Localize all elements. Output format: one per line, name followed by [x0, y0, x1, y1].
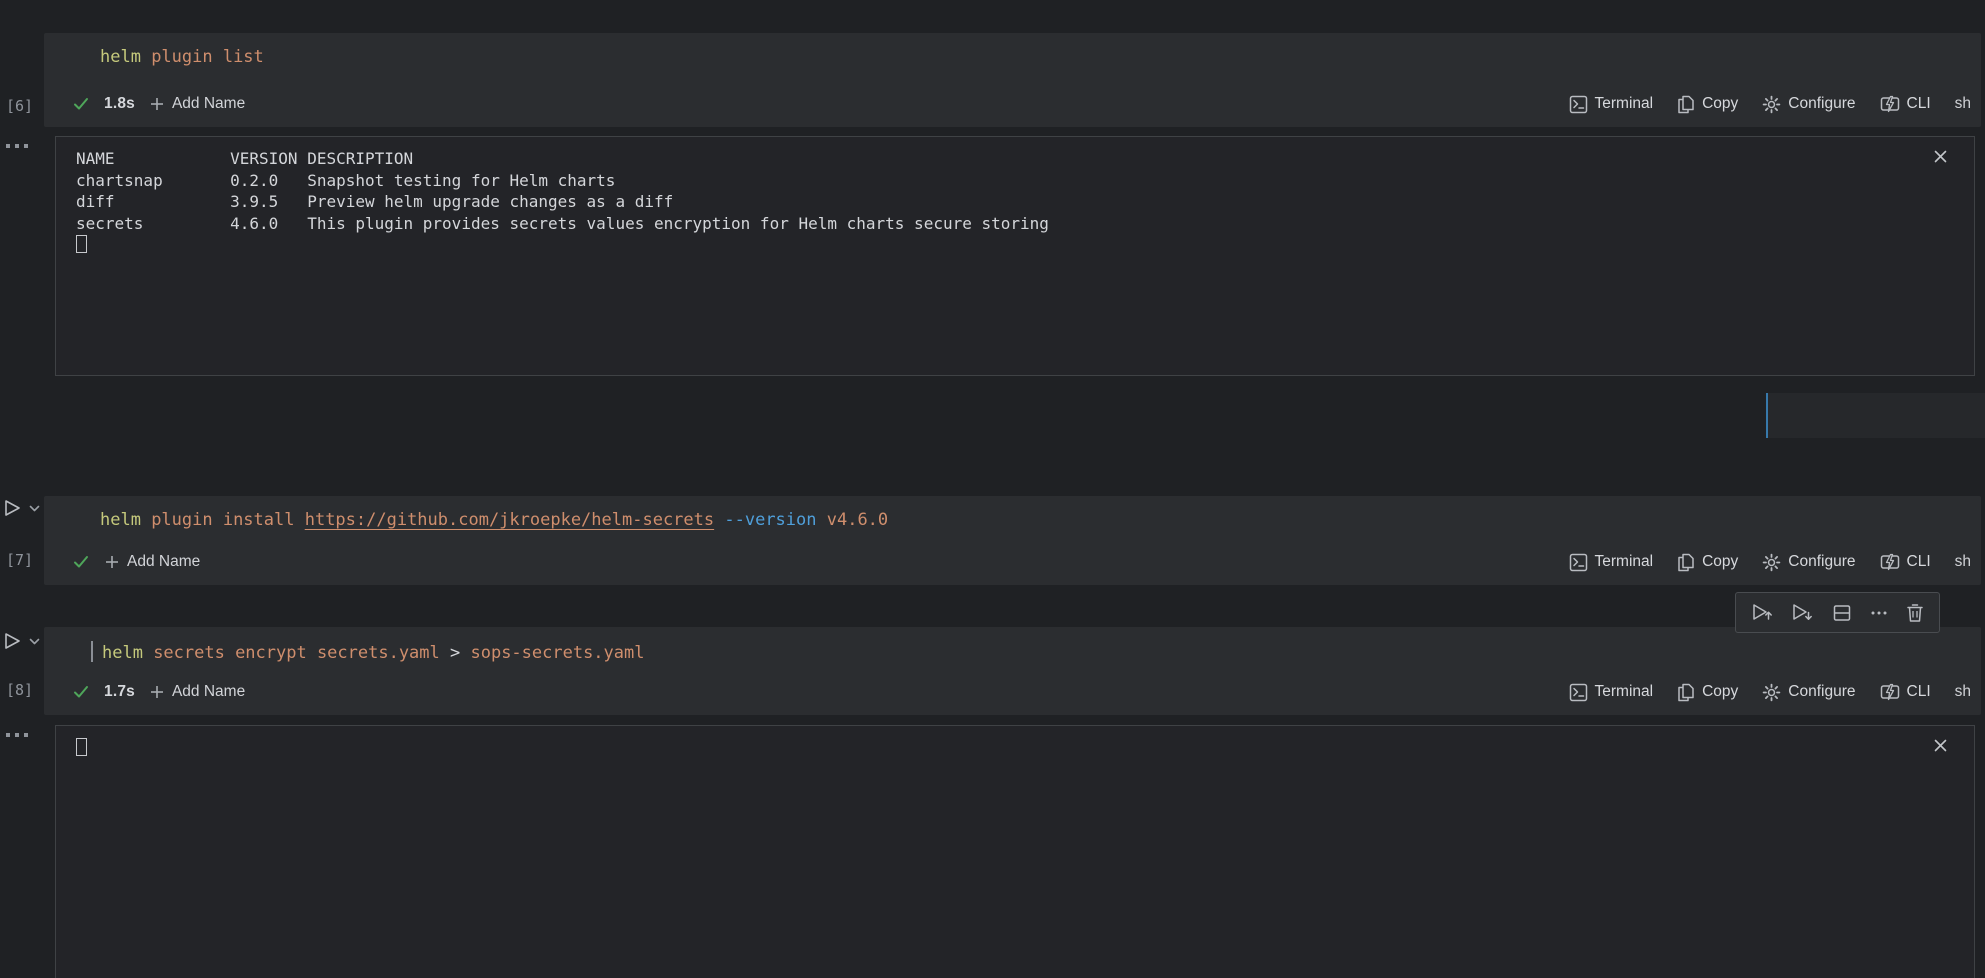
run-all-below-button[interactable] [1791, 602, 1813, 624]
terminal-button[interactable]: Terminal [1569, 553, 1654, 572]
success-check-icon [72, 95, 90, 113]
play-icon [2, 631, 22, 651]
close-output-icon[interactable] [1933, 738, 1948, 753]
cli-label: CLI [1907, 553, 1931, 571]
gear-icon [1762, 683, 1781, 702]
copy-label: Copy [1702, 95, 1738, 113]
play-icon [2, 498, 22, 518]
command-args: secrets encrypt secrets.yaml [153, 643, 450, 663]
configure-button[interactable]: Configure [1762, 553, 1855, 572]
plus-icon [149, 684, 165, 700]
add-name-button[interactable]: Add Name [104, 553, 200, 571]
chevron-down-icon[interactable] [28, 502, 41, 515]
copy-button[interactable]: Copy [1677, 683, 1738, 702]
output-text: NAME VERSION DESCRIPTION chartsnap 0.2.0… [76, 148, 1049, 256]
redirect-operator: > [450, 643, 470, 663]
more-icon[interactable] [6, 144, 28, 148]
chevron-down-icon[interactable] [28, 635, 41, 648]
hover-highlight-fragment [1766, 393, 1985, 438]
command-args: plugin list [151, 47, 264, 67]
more-icon[interactable] [6, 733, 28, 737]
cell-execution-count: [7] [6, 551, 33, 569]
copy-label: Copy [1702, 553, 1738, 571]
configure-label: Configure [1788, 95, 1855, 113]
terminal-label: Terminal [1595, 553, 1654, 571]
cell-output-panel: NAME VERSION DESCRIPTION chartsnap 0.2.0… [55, 136, 1975, 376]
configure-label: Configure [1788, 553, 1855, 571]
cli-icon [1880, 553, 1900, 571]
copy-icon [1677, 683, 1695, 702]
cli-button[interactable]: CLI [1880, 683, 1931, 701]
add-name-label: Add Name [127, 553, 200, 571]
cell-execution-count: [8] [6, 681, 33, 699]
execution-duration: 1.8s [104, 95, 135, 113]
command-keyword: helm [100, 510, 151, 530]
terminal-label: Terminal [1595, 683, 1654, 701]
gear-icon [1762, 553, 1781, 572]
shell-type-label[interactable]: sh [1955, 683, 1971, 701]
command-keyword: helm [100, 47, 151, 67]
command-flag: --version [724, 510, 816, 530]
terminal-button[interactable]: Terminal [1569, 95, 1654, 114]
cell-execution-count: [6] [6, 97, 33, 115]
command-keyword: helm [102, 643, 153, 663]
more-actions-icon[interactable] [1870, 604, 1888, 622]
code-cell[interactable]: helm plugin install https://github.com/j… [44, 496, 1981, 585]
terminal-icon [1569, 553, 1588, 572]
cli-icon [1880, 95, 1900, 113]
add-name-button[interactable]: Add Name [149, 95, 245, 113]
plus-icon [104, 554, 120, 570]
cli-icon [1880, 683, 1900, 701]
terminal-icon [1569, 95, 1588, 114]
terminal-button[interactable]: Terminal [1569, 683, 1654, 702]
copy-label: Copy [1702, 683, 1738, 701]
cell-hover-toolbar [1735, 592, 1940, 633]
terminal-cursor [76, 738, 87, 756]
command-version: v4.6.0 [817, 510, 889, 530]
cli-label: CLI [1907, 95, 1931, 113]
cli-button[interactable]: CLI [1880, 95, 1931, 113]
shell-type-label[interactable]: sh [1955, 95, 1971, 113]
terminal-icon [1569, 683, 1588, 702]
success-check-icon [72, 553, 90, 571]
cli-button[interactable]: CLI [1880, 553, 1931, 571]
command-line[interactable]: helm plugin list [100, 47, 264, 67]
output-text [76, 737, 87, 759]
gear-icon [1762, 95, 1781, 114]
terminal-label: Terminal [1595, 95, 1654, 113]
configure-button[interactable]: Configure [1762, 95, 1855, 114]
delete-cell-icon[interactable] [1906, 603, 1924, 623]
add-name-label: Add Name [172, 683, 245, 701]
text-caret [91, 641, 93, 662]
copy-button[interactable]: Copy [1677, 553, 1738, 572]
code-cell[interactable]: helm plugin list 1.8s Add Name [44, 33, 1981, 127]
cell-output-panel [55, 725, 1975, 978]
copy-button[interactable]: Copy [1677, 95, 1738, 114]
command-url[interactable]: https://github.com/jkroepke/helm-secrets [305, 510, 714, 530]
execution-duration: 1.7s [104, 683, 135, 701]
plus-icon [149, 96, 165, 112]
configure-button[interactable]: Configure [1762, 683, 1855, 702]
code-cell[interactable]: helm secrets encrypt secrets.yaml > sops… [44, 627, 1981, 715]
split-cell-icon[interactable] [1832, 603, 1852, 623]
command-line[interactable]: helm plugin install https://github.com/j… [100, 510, 888, 530]
terminal-cursor [76, 235, 87, 253]
add-name-button[interactable]: Add Name [149, 683, 245, 701]
notebook-page: [6] helm plugin list 1.8s Add Name [0, 0, 1985, 978]
cli-label: CLI [1907, 683, 1931, 701]
add-name-label: Add Name [172, 95, 245, 113]
success-check-icon [72, 683, 90, 701]
run-cell-button[interactable] [2, 631, 41, 651]
shell-type-label[interactable]: sh [1955, 553, 1971, 571]
configure-label: Configure [1788, 683, 1855, 701]
command-output-file: sops-secrets.yaml [470, 643, 644, 663]
copy-icon [1677, 95, 1695, 114]
copy-icon [1677, 553, 1695, 572]
command-args: plugin install [151, 510, 305, 530]
command-line[interactable]: helm secrets encrypt secrets.yaml > sops… [91, 641, 644, 663]
run-all-above-button[interactable] [1751, 602, 1773, 624]
close-output-icon[interactable] [1933, 149, 1948, 164]
run-cell-button[interactable] [2, 498, 41, 518]
